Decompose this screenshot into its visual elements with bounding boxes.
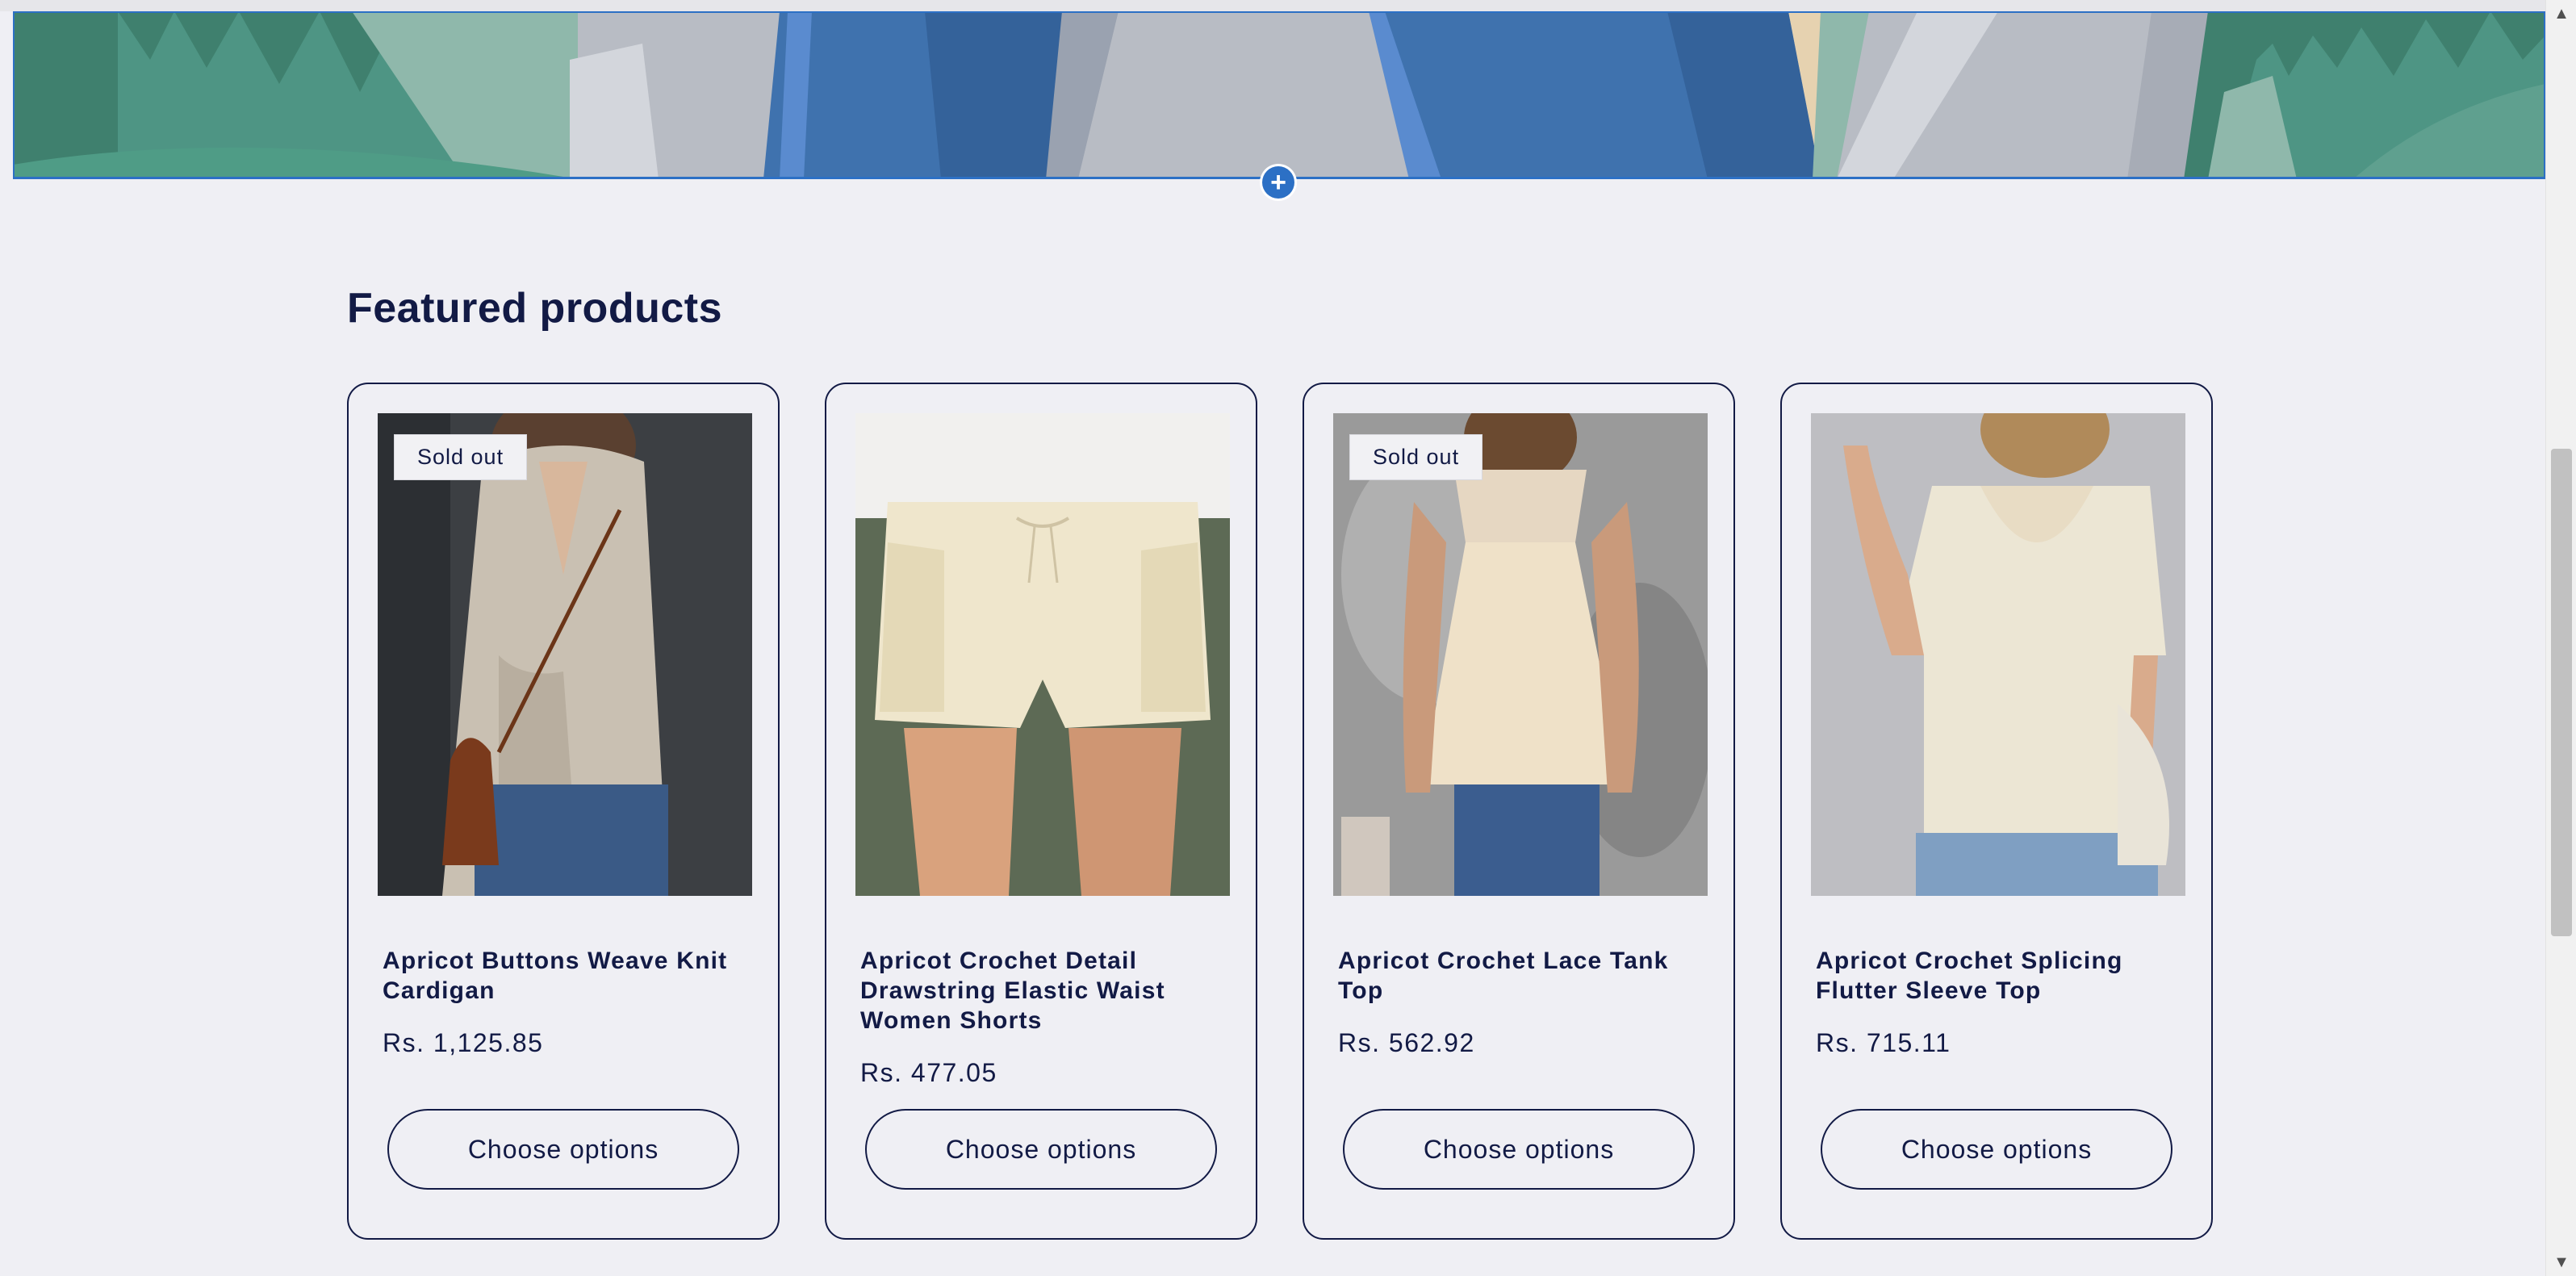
window-top-edge xyxy=(0,0,2576,11)
banner-artwork xyxy=(13,11,2545,177)
product-price: Rs. 477.05 xyxy=(860,1058,997,1087)
product-card[interactable]: Sold out Apricot Crochet Lace Tank Top R… xyxy=(1303,383,1735,1240)
arrow-down-icon[interactable]: ▼ xyxy=(2546,1250,2576,1274)
sold-out-badge: Sold out xyxy=(1349,434,1483,480)
section-title: Featured products xyxy=(347,285,722,332)
flutter-top-photo xyxy=(1811,413,2185,896)
product-price: Rs. 1,125.85 xyxy=(383,1028,544,1057)
cardigan-photo xyxy=(378,413,752,896)
product-title[interactable]: Apricot Crochet Splicing Flutter Sleeve … xyxy=(1816,946,2182,1006)
product-title[interactable]: Apricot Crochet Detail Drawstring Elasti… xyxy=(860,946,1227,1035)
shorts-photo xyxy=(855,413,1230,896)
choose-options-button[interactable]: Choose options xyxy=(1821,1109,2172,1190)
product-title[interactable]: Apricot Crochet Lace Tank Top xyxy=(1338,946,1704,1006)
image-banner[interactable] xyxy=(13,11,2545,179)
sold-out-badge: Sold out xyxy=(394,434,528,480)
choose-options-button[interactable]: Choose options xyxy=(865,1109,1217,1190)
page-frame: + Featured products Sold out Apricot But… xyxy=(13,11,2545,1276)
plus-icon[interactable]: + xyxy=(1262,166,1294,199)
arrow-up-icon[interactable]: ▲ xyxy=(2546,2,2576,26)
product-image[interactable]: Sold out xyxy=(378,413,752,896)
product-title[interactable]: Apricot Buttons Weave Knit Cardigan xyxy=(383,946,749,1006)
scrollbar-thumb[interactable] xyxy=(2551,449,2572,936)
product-card[interactable]: Apricot Crochet Splicing Flutter Sleeve … xyxy=(1780,383,2213,1240)
product-card[interactable]: Apricot Crochet Detail Drawstring Elasti… xyxy=(825,383,1257,1240)
product-image[interactable] xyxy=(1811,413,2185,896)
product-image[interactable] xyxy=(855,413,1230,896)
product-price: Rs. 562.92 xyxy=(1338,1028,1475,1057)
tank-top-photo xyxy=(1333,413,1708,896)
choose-options-button[interactable]: Choose options xyxy=(1343,1109,1695,1190)
product-image[interactable]: Sold out xyxy=(1333,413,1708,896)
product-card[interactable]: Sold out Apricot Buttons Weave Knit Card… xyxy=(347,383,780,1240)
product-price: Rs. 715.11 xyxy=(1816,1028,1951,1057)
choose-options-button[interactable]: Choose options xyxy=(387,1109,739,1190)
vertical-scrollbar[interactable]: ▲ ▼ xyxy=(2545,0,2576,1276)
product-grid: Sold out Apricot Buttons Weave Knit Card… xyxy=(347,383,2226,1240)
